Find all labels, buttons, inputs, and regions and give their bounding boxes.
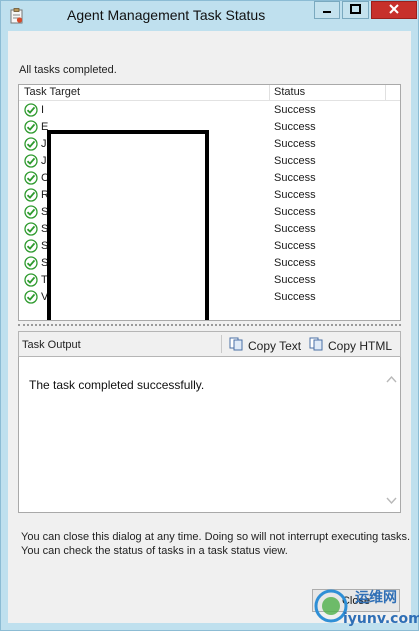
- watermark-line2: iyunv.com: [343, 611, 419, 627]
- success-check-icon: [24, 239, 38, 253]
- task-output-header: Task Output Copy Text Copy HTML: [18, 331, 401, 357]
- watermark-line1: 运维网: [355, 589, 397, 606]
- success-check-icon: [24, 205, 38, 219]
- success-check-icon: [24, 188, 38, 202]
- row-status: Success: [274, 291, 316, 303]
- maximize-icon: [350, 4, 361, 14]
- close-window-button[interactable]: [371, 1, 417, 19]
- copy-html-label: Copy HTML: [328, 339, 393, 353]
- success-check-icon: [24, 154, 38, 168]
- table-row[interactable]: I Success: [19, 102, 400, 119]
- column-header-status[interactable]: Status: [274, 86, 305, 98]
- success-check-icon: [24, 256, 38, 270]
- site-watermark: 运维网 iyunv.com: [314, 589, 419, 627]
- pane-splitter[interactable]: [18, 324, 401, 326]
- copy-text-button[interactable]: Copy Text: [229, 337, 307, 353]
- scroll-up-icon[interactable]: [386, 375, 397, 384]
- row-status: Success: [274, 104, 316, 116]
- success-check-icon: [24, 273, 38, 287]
- task-status-window: Agent Management Task Status All tasks c…: [0, 0, 419, 631]
- copy-icon: [229, 337, 243, 351]
- copy-icon: [309, 337, 323, 351]
- row-task-target: J: [41, 155, 47, 167]
- row-status: Success: [274, 223, 316, 235]
- row-status: Success: [274, 172, 316, 184]
- column-divider[interactable]: [269, 85, 270, 100]
- dialog-content: All tasks completed. Task Target Status …: [8, 31, 411, 623]
- copy-html-button[interactable]: Copy HTML: [309, 337, 397, 353]
- success-check-icon: [24, 290, 38, 304]
- success-check-icon: [24, 137, 38, 151]
- row-status: Success: [274, 155, 316, 167]
- task-list[interactable]: Task Target Status I Success E Success J Succ…: [18, 84, 401, 321]
- minimize-button[interactable]: [314, 1, 340, 19]
- column-divider[interactable]: [385, 85, 386, 100]
- row-status: Success: [274, 240, 316, 252]
- row-task-target: I: [41, 104, 45, 116]
- maximize-button[interactable]: [342, 1, 369, 19]
- toolbar-separator: [221, 335, 222, 353]
- row-task-target: J: [41, 138, 47, 150]
- close-icon: [389, 4, 399, 14]
- title-bar[interactable]: Agent Management Task Status: [1, 1, 418, 31]
- success-check-icon: [24, 103, 38, 117]
- task-status-icon: [10, 8, 23, 24]
- row-status: Success: [274, 189, 316, 201]
- success-check-icon: [24, 171, 38, 185]
- window-title: Agent Management Task Status: [67, 7, 266, 23]
- row-status: Success: [274, 206, 316, 218]
- success-check-icon: [24, 120, 38, 134]
- row-status: Success: [274, 257, 316, 269]
- overall-status: All tasks completed.: [19, 64, 117, 76]
- copy-text-label: Copy Text: [248, 339, 302, 353]
- task-output-title: Task Output: [22, 339, 81, 351]
- scroll-down-icon[interactable]: [386, 496, 397, 505]
- output-scrollbar[interactable]: [383, 357, 400, 512]
- close-hint-text: You can close this dialog at any time. D…: [21, 531, 411, 557]
- task-output-body[interactable]: The task completed successfully.: [18, 357, 401, 513]
- task-output-message: The task completed successfully.: [29, 378, 205, 392]
- column-header-task-target[interactable]: Task Target: [24, 86, 80, 98]
- task-list-header: Task Target Status: [19, 85, 400, 101]
- row-status: Success: [274, 121, 316, 133]
- redaction-box: [47, 130, 209, 320]
- row-status: Success: [274, 138, 316, 150]
- success-check-icon: [24, 222, 38, 236]
- minimize-icon: [323, 11, 331, 13]
- row-status: Success: [274, 274, 316, 286]
